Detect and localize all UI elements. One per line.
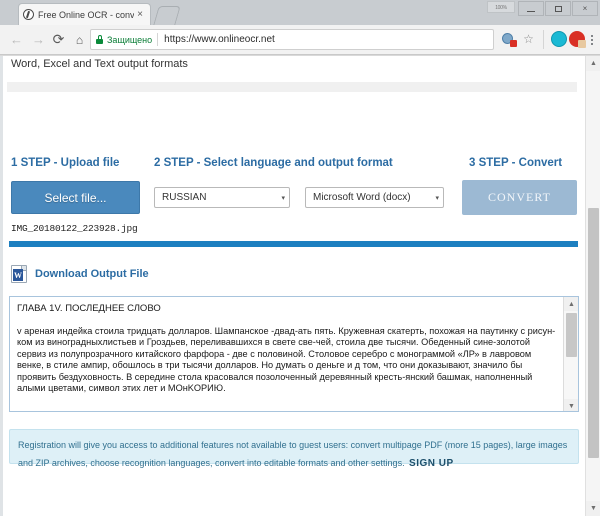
textarea-scrollbar[interactable]: ▲ ▼ bbox=[563, 297, 578, 411]
close-icon[interactable]: × bbox=[572, 1, 598, 16]
step-1-heading: 1 STEP - Upload file bbox=[11, 157, 120, 169]
ocr-output-body: v ареная индейка стоила тридцать долларо… bbox=[17, 326, 556, 394]
language-select-value: RUSSIAN bbox=[162, 192, 207, 203]
page-tagline: Word, Excel and Text output formats bbox=[11, 58, 188, 70]
scrollbar-thumb[interactable] bbox=[588, 208, 599, 458]
ocr-output-textarea[interactable]: ГЛАВА 1V. ПОСЛЕДНЕЕ СЛОВО v ареная индей… bbox=[9, 296, 579, 412]
tab-title: Free Online OCR - conve bbox=[38, 9, 134, 20]
address-bar[interactable]: Защищено https://www.onlineocr.net bbox=[90, 29, 494, 50]
scroll-down-icon[interactable]: ▼ bbox=[564, 399, 578, 411]
home-icon[interactable]: ⌂ bbox=[70, 30, 89, 49]
browser-tab[interactable]: Free Online OCR - conve × bbox=[18, 3, 151, 25]
select-file-button[interactable]: Select file... bbox=[11, 181, 140, 214]
progress-bar-fill bbox=[9, 241, 578, 247]
convert-button[interactable]: CONVERT bbox=[462, 180, 577, 215]
sign-up-link[interactable]: SIGN UP bbox=[409, 458, 454, 469]
step-3-heading: 3 STEP - Convert bbox=[469, 157, 563, 169]
registration-notice: Registration will give you access to add… bbox=[9, 429, 579, 469]
browser-toolbar: ← → ⟳ ⌂ Защищено https://www.onlineocr.n… bbox=[0, 25, 600, 55]
word-icon-letter: W bbox=[13, 269, 23, 281]
ocr-page: Word, Excel and Text output formats 1 ST… bbox=[0, 56, 588, 516]
url-text: https://www.onlineocr.net bbox=[164, 34, 275, 45]
reload-icon[interactable]: ⟳ bbox=[49, 30, 68, 49]
security-label: Защищено bbox=[107, 34, 153, 45]
download-output-file-link[interactable]: Download Output File bbox=[35, 268, 149, 280]
chevron-down-icon: ▾ bbox=[435, 194, 439, 202]
extension-icon[interactable] bbox=[502, 32, 517, 47]
page-viewport: Word, Excel and Text output formats 1 ST… bbox=[0, 56, 600, 516]
browser-titlebar: Free Online OCR - conve × 100% × bbox=[0, 0, 600, 25]
minimize-icon[interactable] bbox=[518, 1, 544, 16]
kebab-menu-icon[interactable] bbox=[587, 32, 597, 47]
window-controls: × bbox=[518, 1, 598, 16]
new-tab-button[interactable] bbox=[153, 6, 181, 25]
scroll-down-icon[interactable]: ▼ bbox=[586, 501, 600, 516]
output-format-select[interactable]: Microsoft Word (docx) ▾ bbox=[305, 187, 444, 208]
back-icon[interactable]: ← bbox=[7, 30, 26, 49]
bookmark-star-icon[interactable]: ☆ bbox=[521, 32, 536, 47]
ocr-output-heading: ГЛАВА 1V. ПОСЛЕДНЕЕ СЛОВО bbox=[17, 303, 161, 314]
browser-window: Free Online OCR - conve × 100% × ← → ⟳ ⌂… bbox=[0, 0, 600, 516]
uploaded-filename: IMG_20180122_223928.jpg bbox=[11, 223, 138, 234]
registration-notice-text: Registration will give you access to add… bbox=[18, 440, 568, 468]
avatar[interactable] bbox=[569, 31, 586, 48]
download-output-row[interactable]: W Download Output File bbox=[11, 265, 149, 283]
progress-bar bbox=[9, 241, 578, 247]
scrollbar-thumb[interactable] bbox=[566, 313, 577, 357]
zoom-level-badge: 100% bbox=[487, 1, 515, 13]
scroll-up-icon[interactable]: ▲ bbox=[586, 56, 600, 71]
globe-icon bbox=[23, 9, 34, 20]
word-document-icon: W bbox=[11, 265, 27, 283]
forward-icon[interactable]: → bbox=[29, 30, 48, 49]
language-select[interactable]: RUSSIAN ▾ bbox=[154, 187, 290, 208]
maximize-icon[interactable] bbox=[545, 1, 571, 16]
close-icon[interactable]: × bbox=[134, 4, 146, 26]
section-divider bbox=[7, 82, 577, 92]
avatar[interactable] bbox=[551, 31, 567, 47]
step-2-heading: 2 STEP - Select language and output form… bbox=[154, 157, 393, 169]
chevron-down-icon: ▾ bbox=[281, 194, 285, 202]
ocr-output-content: ГЛАВА 1V. ПОСЛЕДНЕЕ СЛОВО v ареная индей… bbox=[10, 297, 564, 411]
page-scrollbar[interactable]: ▲ ▼ bbox=[585, 56, 600, 516]
scroll-up-icon[interactable]: ▲ bbox=[564, 297, 578, 311]
divider bbox=[543, 30, 544, 49]
divider bbox=[157, 33, 159, 46]
lock-icon bbox=[96, 35, 103, 44]
output-format-select-value: Microsoft Word (docx) bbox=[313, 192, 411, 203]
